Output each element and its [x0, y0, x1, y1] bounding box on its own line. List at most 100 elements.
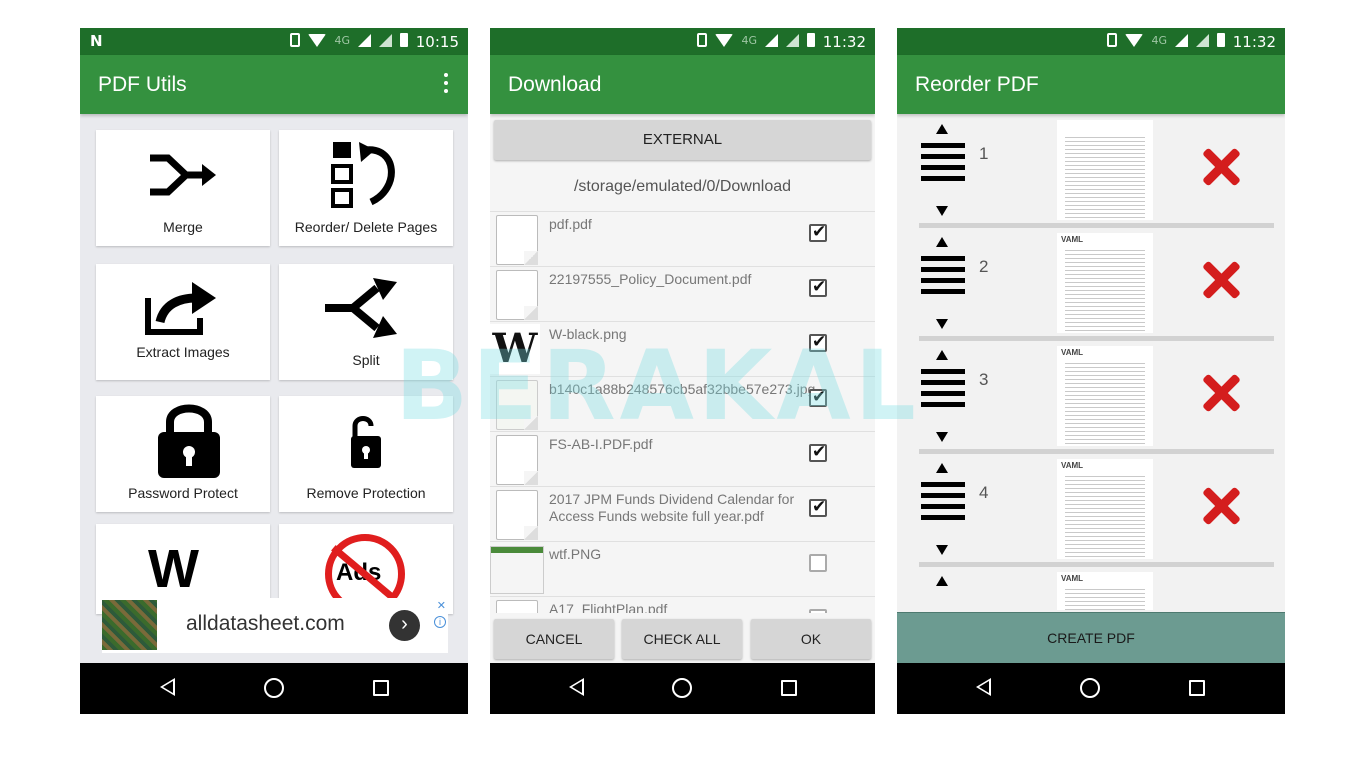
merge-card[interactable]: Merge: [96, 130, 270, 246]
phone-reorder-pdf: 4G 11:32 Reorder PDF 1 2 VAML 3 VAML 4 V…: [897, 28, 1285, 714]
move-up-icon[interactable]: [936, 576, 948, 586]
file-row[interactable]: 2017 JPM Funds Dividend Calendar for Acc…: [490, 486, 875, 541]
file-row[interactable]: wtf.PNG: [490, 541, 875, 596]
vibrate-icon: [1107, 33, 1118, 47]
delete-page-icon[interactable]: [1202, 486, 1241, 526]
page-thumbnail: VAML: [1057, 346, 1153, 446]
app-bar: PDF Utils: [80, 55, 468, 114]
file-checkbox[interactable]: [809, 332, 827, 352]
file-checkbox[interactable]: [809, 222, 827, 242]
back-icon[interactable]: [160, 678, 175, 696]
file-checkbox[interactable]: [809, 277, 827, 297]
password-protect-card[interactable]: Password Protect: [96, 396, 270, 512]
drag-handle[interactable]: [919, 237, 965, 329]
file-checkbox[interactable]: [809, 554, 827, 572]
signal-2-icon: [786, 33, 799, 47]
lock-icon: [158, 404, 220, 478]
page-header: VAML: [1061, 461, 1084, 470]
move-down-icon[interactable]: [936, 432, 948, 442]
drag-handle[interactable]: [919, 463, 965, 555]
extract-images-card[interactable]: Extract Images: [96, 264, 270, 380]
phone-download: 4G 11:32 Download EXTERNAL /storage/emul…: [490, 28, 875, 714]
ad-close-icon[interactable]: ✕: [437, 599, 446, 612]
move-down-icon[interactable]: [936, 319, 948, 329]
recents-icon[interactable]: [781, 680, 797, 696]
move-up-icon[interactable]: [936, 350, 948, 360]
check-all-button[interactable]: CHECK ALL: [622, 619, 742, 659]
move-up-icon[interactable]: [936, 124, 948, 134]
split-label: Split: [352, 352, 380, 368]
create-pdf-button[interactable]: CREATE PDF: [897, 612, 1285, 663]
reorder-icon: [331, 142, 395, 208]
delete-page-icon[interactable]: [1202, 147, 1241, 187]
page-thumbnail: VAML: [1057, 459, 1153, 559]
status-time: 11:32: [1232, 33, 1276, 51]
page-row: VAML: [919, 568, 1274, 610]
ad-banner[interactable]: alldatasheet.com › ✕ i: [102, 598, 448, 653]
move-down-icon[interactable]: [936, 206, 948, 216]
reorder-card[interactable]: Reorder/ Delete Pages: [279, 130, 453, 246]
notification-icon: N: [90, 32, 103, 50]
home-icon[interactable]: [672, 678, 692, 698]
remove-protection-card[interactable]: Remove Protection: [279, 396, 453, 512]
page-number: 3: [979, 370, 989, 389]
move-up-icon[interactable]: [936, 463, 948, 473]
image-thumbnail: W: [490, 324, 540, 374]
file-row[interactable]: 22197555_Policy_Document.pdf: [490, 266, 875, 321]
status-bar: 4G 11:32: [897, 28, 1285, 55]
app-title: Download: [508, 73, 602, 96]
external-button[interactable]: EXTERNAL: [494, 120, 871, 160]
overflow-menu-icon[interactable]: [444, 73, 450, 97]
recents-icon[interactable]: [1189, 680, 1205, 696]
recents-icon[interactable]: [373, 680, 389, 696]
vibrate-icon: [697, 33, 708, 47]
signal-icon: [358, 33, 371, 47]
status-bar: N 4G 10:15: [80, 28, 468, 55]
file-checkbox[interactable]: [809, 609, 827, 613]
page-thumbnail: VAML: [1057, 572, 1153, 610]
password-protect-label: Password Protect: [128, 485, 238, 501]
home-icon[interactable]: [264, 678, 284, 698]
file-icon: [496, 270, 538, 320]
ad-info-icon[interactable]: i: [434, 616, 446, 628]
move-up-icon[interactable]: [936, 237, 948, 247]
file-checkbox[interactable]: [809, 442, 827, 462]
file-row[interactable]: A17_FlightPlan.pdf: [490, 596, 875, 613]
battery-icon: [1217, 33, 1225, 47]
drag-handle[interactable]: [919, 350, 965, 442]
page-list: 1 2 VAML 3 VAML 4 VAML VAML: [897, 116, 1285, 610]
file-checkbox[interactable]: [809, 387, 827, 407]
page-header: VAML: [1061, 235, 1084, 244]
back-icon[interactable]: [569, 678, 584, 696]
drag-handle[interactable]: [919, 576, 965, 610]
split-icon: [325, 278, 397, 338]
status-time: 10:15: [415, 33, 459, 51]
network-type: 4G: [334, 33, 350, 47]
page-row: 4 VAML: [919, 455, 1274, 567]
file-row[interactable]: pdf.pdf: [490, 211, 875, 266]
file-checkbox[interactable]: [809, 497, 827, 517]
home-icon[interactable]: [1080, 678, 1100, 698]
app-bar: Reorder PDF: [897, 55, 1285, 114]
split-card[interactable]: Split: [279, 264, 453, 380]
delete-page-icon[interactable]: [1202, 260, 1241, 300]
delete-page-icon[interactable]: [1202, 373, 1241, 413]
back-icon[interactable]: [976, 678, 991, 696]
status-time: 11:32: [822, 33, 866, 51]
cancel-button[interactable]: CANCEL: [494, 619, 614, 659]
page-row: 1: [919, 116, 1274, 228]
signal-icon: [765, 33, 778, 47]
drag-handle[interactable]: [919, 124, 965, 216]
file-icon: [496, 490, 538, 540]
ad-go-icon[interactable]: ›: [389, 610, 420, 641]
ok-button[interactable]: OK: [751, 619, 871, 659]
file-icon: [496, 600, 538, 613]
file-row[interactable]: W W-black.png: [490, 321, 875, 376]
file-row[interactable]: b140c1a88b248576cb5af32bbe57e273.jpg: [490, 376, 875, 431]
move-down-icon[interactable]: [936, 545, 948, 555]
share-icon: [145, 282, 216, 335]
file-row[interactable]: FS-AB-I.PDF.pdf: [490, 431, 875, 486]
file-icon: [496, 435, 538, 485]
battery-icon: [807, 33, 815, 47]
nav-bar: [80, 663, 468, 714]
